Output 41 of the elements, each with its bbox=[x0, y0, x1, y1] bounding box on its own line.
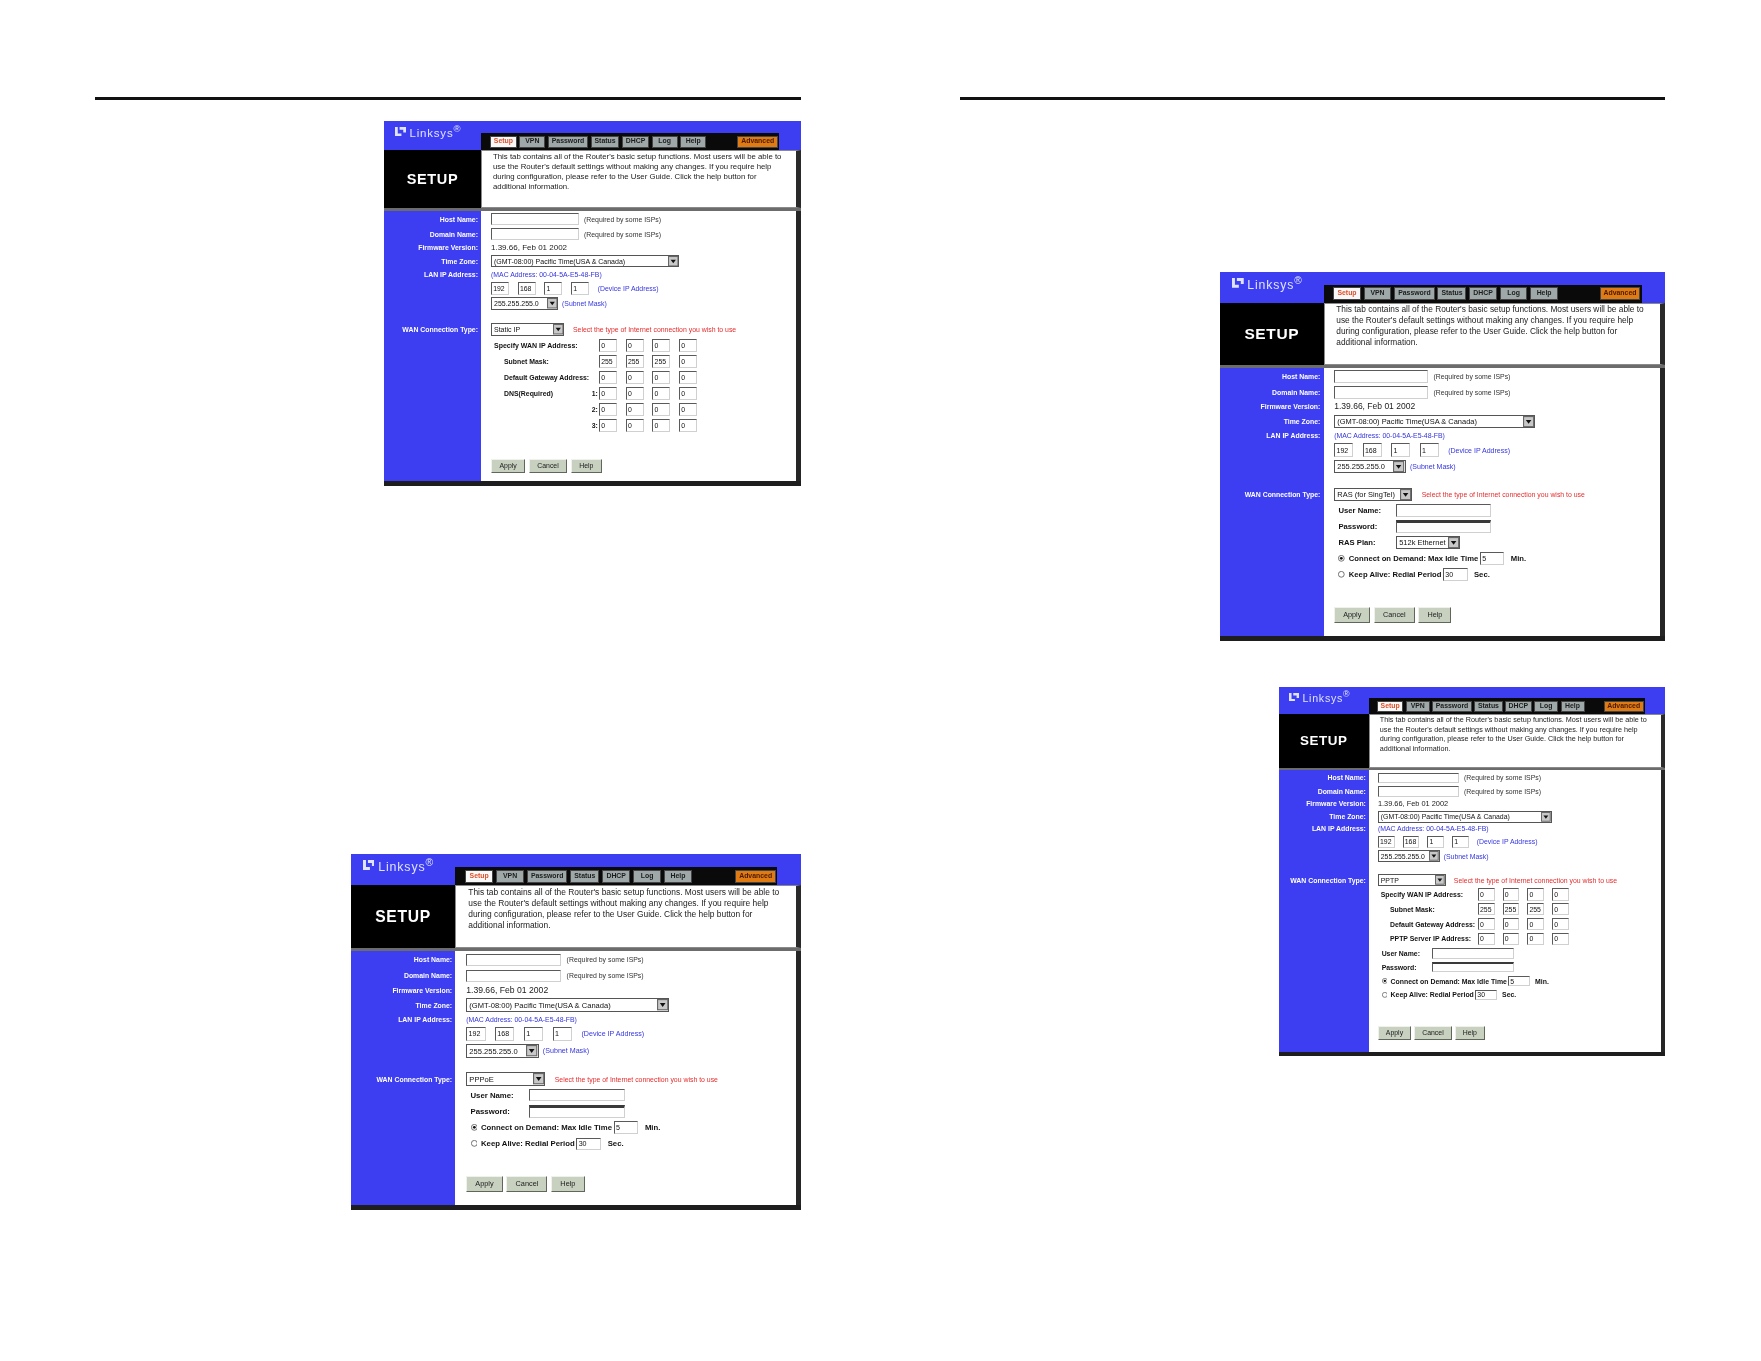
text-input[interactable] bbox=[528, 1089, 625, 1102]
text-input[interactable] bbox=[491, 228, 579, 240]
radio-button[interactable] bbox=[470, 1140, 478, 1148]
firmware-version-text: 1.39.66, Feb 01 2002 bbox=[1334, 401, 1416, 412]
page-title: SETUP bbox=[1220, 302, 1324, 365]
radio-button[interactable] bbox=[470, 1124, 478, 1131]
password-field[interactable] bbox=[1396, 520, 1492, 533]
page-title: SETUP bbox=[350, 885, 456, 948]
text-input[interactable] bbox=[1334, 370, 1429, 383]
radio-button[interactable] bbox=[1338, 555, 1346, 562]
logo-text: Linksys$^{®}$ bbox=[409, 123, 462, 140]
logo-text: Linksys$^{®}$ bbox=[1302, 690, 1351, 704]
logo-mark-icon bbox=[395, 126, 406, 137]
firmware-version-text: 1.39.66, Feb 01 2002 bbox=[466, 985, 549, 995]
dropdown-arrow-icon bbox=[1429, 851, 1439, 861]
description-text: This tab contains all of the Router's basic setup functions. Most users will be able to use the Router's default settings without making any changes. If you require help during configuration, please refer to the User Guide. Click the help button for additional information. bbox=[455, 885, 801, 948]
logo-mark-icon bbox=[1289, 692, 1300, 702]
password-field[interactable] bbox=[1431, 961, 1515, 973]
page-title: SETUP bbox=[384, 150, 481, 208]
radio-button[interactable] bbox=[1338, 571, 1346, 578]
text-input[interactable] bbox=[466, 969, 562, 983]
text-input[interactable] bbox=[466, 953, 562, 966]
dropdown-arrow-icon bbox=[552, 324, 563, 335]
page-title: SETUP bbox=[1278, 714, 1369, 768]
logo-text: Linksys$^{®}$ bbox=[1247, 275, 1303, 291]
text-input[interactable] bbox=[1377, 772, 1460, 784]
radio-button[interactable] bbox=[1381, 978, 1388, 984]
text-input[interactable] bbox=[1377, 786, 1460, 798]
dropdown-arrow-icon bbox=[546, 298, 557, 309]
logo-mark-icon bbox=[1231, 278, 1244, 289]
dropdown-arrow-icon bbox=[1434, 875, 1445, 885]
password-field[interactable] bbox=[528, 1105, 625, 1118]
radio-button[interactable] bbox=[1381, 992, 1388, 998]
text-input[interactable] bbox=[491, 213, 579, 225]
firmware-version-text: 1.39.66, Feb 01 2002 bbox=[491, 242, 568, 252]
text-input[interactable] bbox=[1396, 504, 1492, 517]
logo-mark-icon bbox=[362, 860, 375, 871]
text-input[interactable] bbox=[1431, 947, 1515, 959]
logo-text: Linksys$^{®}$ bbox=[378, 857, 435, 874]
description-text: This tab contains all of the Router's basic setup functions. Most users will be able to use the Router's default settings without making any changes. If you require help during configuration, please refer to the User Guide. Click the help button for additional information. bbox=[1323, 302, 1665, 365]
text-input[interactable] bbox=[1334, 386, 1429, 399]
